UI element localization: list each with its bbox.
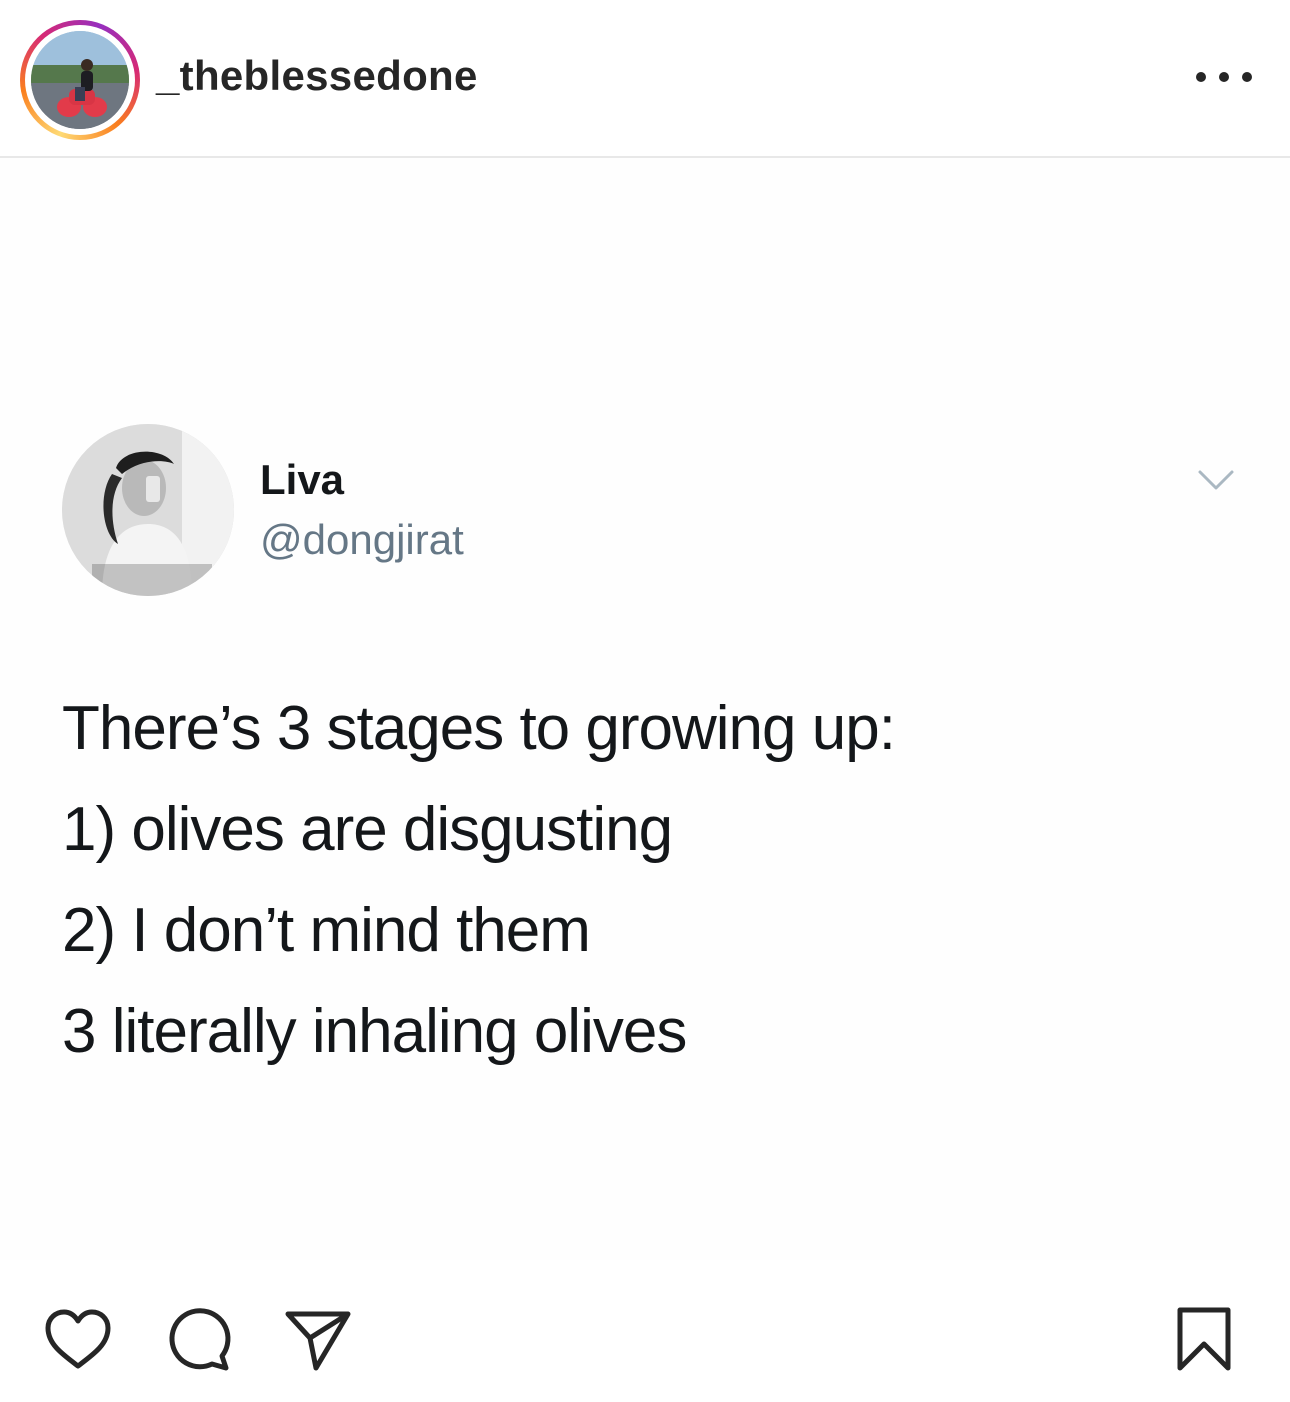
tweet-display-name: Liva	[260, 456, 345, 503]
tweet-line: 1) olives are disgusting	[62, 795, 673, 864]
more-options-icon[interactable]	[1196, 62, 1252, 92]
post-header: _theblessedone	[0, 0, 1290, 158]
bookmark-icon[interactable]	[1168, 1304, 1240, 1376]
tweet-avatar	[62, 424, 234, 596]
post-image[interactable]: Liva @dongjirat There’s 3 stages to grow…	[0, 158, 1290, 1260]
tweet-text: There’s 3 stages to growing up: 1) olive…	[62, 678, 1222, 1082]
dot	[1219, 72, 1229, 82]
dot	[1242, 72, 1252, 82]
tweet-line: 3 literally inhaling olives	[62, 997, 687, 1066]
tweet-line: There’s 3 stages to growing up:	[62, 694, 896, 763]
tweet-handle: @dongjirat	[260, 516, 464, 563]
chevron-down-icon	[1198, 470, 1234, 490]
heart-icon[interactable]	[42, 1304, 114, 1376]
tweet-line: 2) I don’t mind them	[62, 896, 591, 965]
username[interactable]: _theblessedone	[156, 52, 478, 100]
comment-icon[interactable]	[162, 1304, 234, 1376]
tweet-avatar-photo-icon	[62, 424, 234, 596]
story-ring-avatar[interactable]	[20, 20, 140, 140]
send-icon[interactable]	[282, 1304, 354, 1376]
avatar	[31, 31, 129, 129]
avatar-photo-icon	[31, 31, 129, 129]
dot	[1196, 72, 1206, 82]
action-bar	[0, 1260, 1290, 1402]
